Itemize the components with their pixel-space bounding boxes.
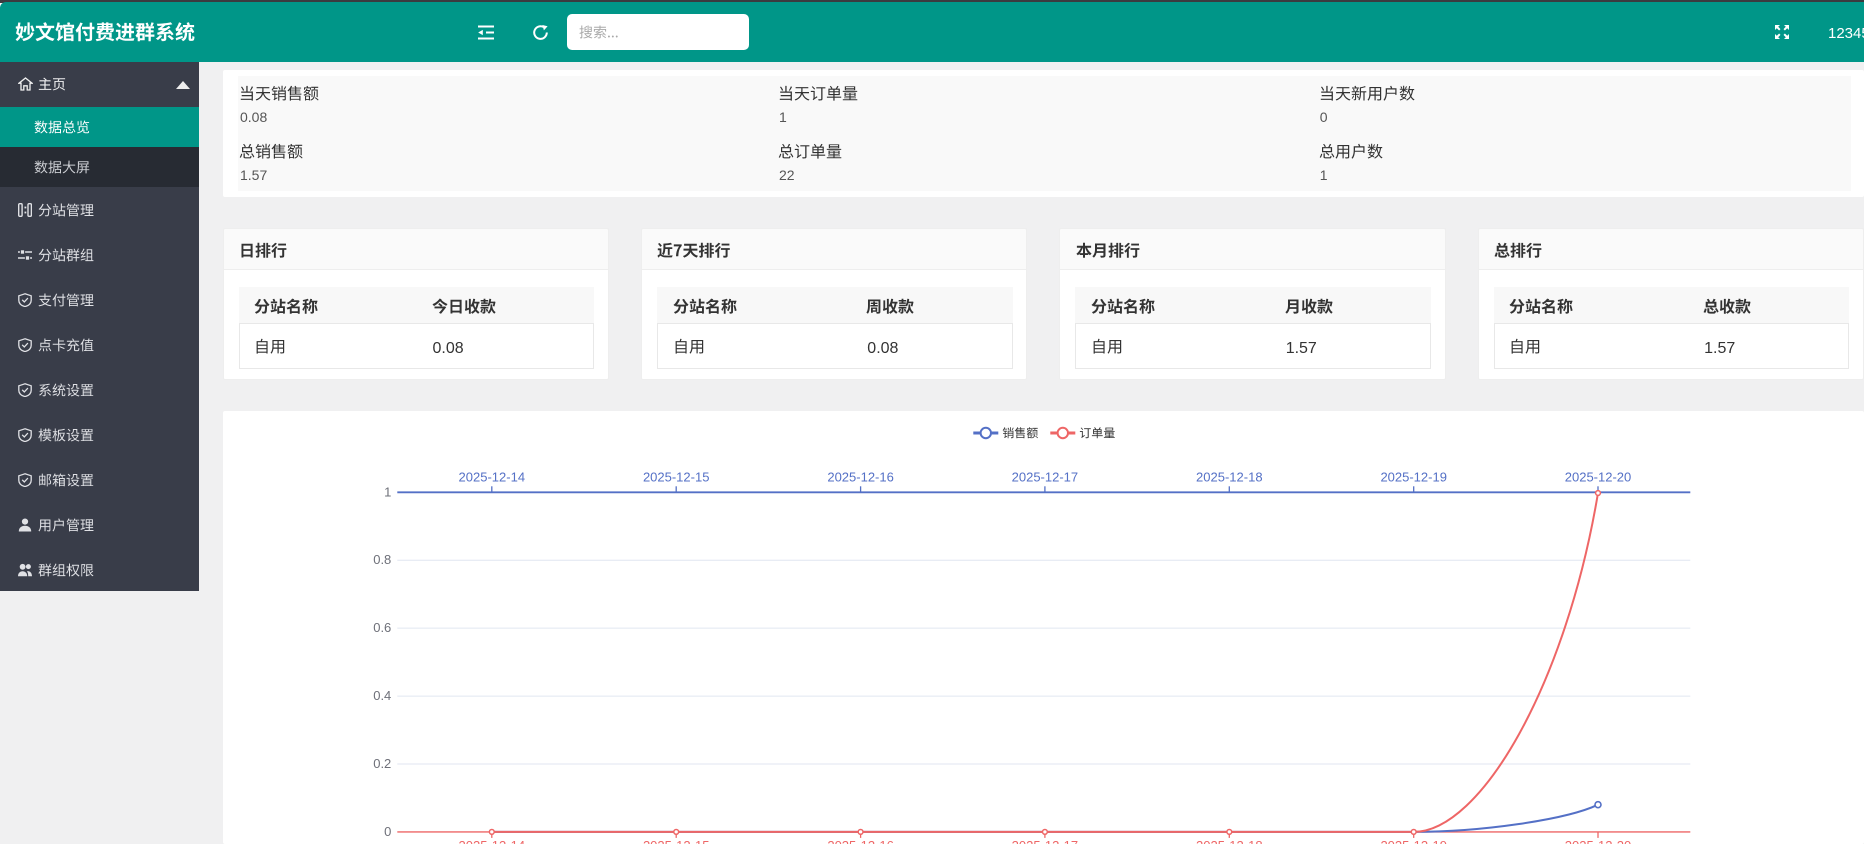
svg-text:2025-12-19: 2025-12-19	[1380, 470, 1447, 485]
svg-text:2025-12-16: 2025-12-16	[827, 838, 894, 844]
svg-text:2025-12-20: 2025-12-20	[1564, 838, 1631, 844]
svg-text:2025-12-17: 2025-12-17	[1011, 470, 1078, 485]
svg-text:2025-12-15: 2025-12-15	[643, 470, 710, 485]
svg-text:2025-12-14: 2025-12-14	[458, 838, 525, 844]
svg-text:2025-12-16: 2025-12-16	[827, 470, 894, 485]
svg-text:1: 1	[384, 484, 391, 499]
svg-text:2025-12-15: 2025-12-15	[643, 838, 710, 844]
svg-text:2025-12-18: 2025-12-18	[1196, 470, 1263, 485]
svg-text:2025-12-20: 2025-12-20	[1564, 470, 1631, 485]
svg-text:0.4: 0.4	[373, 688, 391, 703]
svg-text:2025-12-17: 2025-12-17	[1011, 838, 1078, 844]
svg-text:0.6: 0.6	[373, 620, 391, 635]
svg-text:2025-12-14: 2025-12-14	[458, 470, 525, 485]
svg-text:0.8: 0.8	[373, 552, 391, 567]
svg-text:2025-12-19: 2025-12-19	[1380, 838, 1447, 844]
svg-text:2025-12-18: 2025-12-18	[1196, 838, 1263, 844]
svg-text:0: 0	[384, 824, 391, 839]
svg-text:0.2: 0.2	[373, 756, 391, 771]
